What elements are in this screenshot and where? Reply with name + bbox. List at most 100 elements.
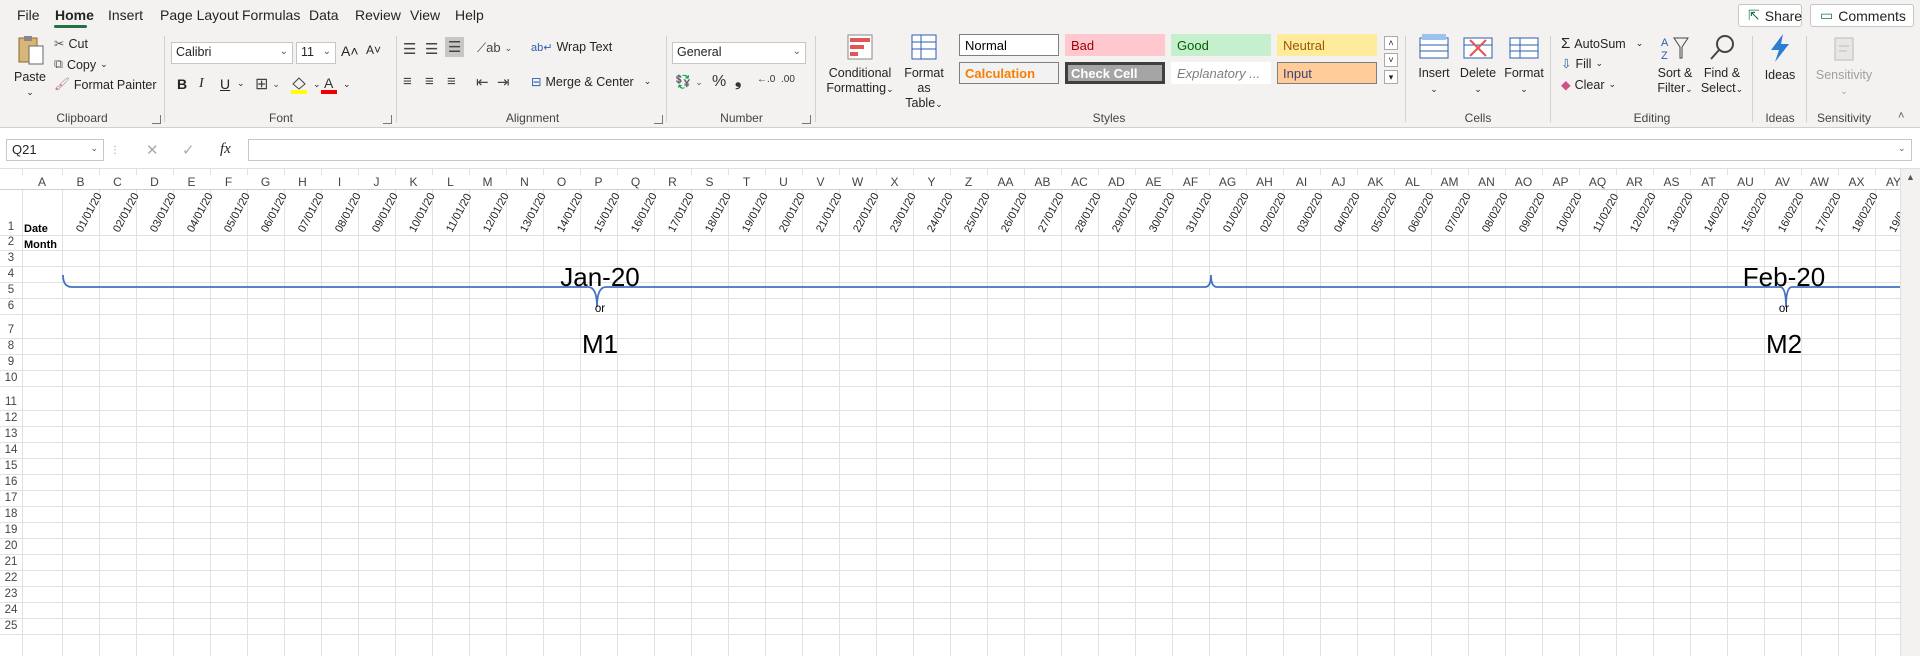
column-header-s[interactable]: S: [691, 175, 728, 189]
copy-button[interactable]: ⧉ Copy ⌄: [54, 57, 108, 72]
column-header-g[interactable]: G: [247, 175, 284, 189]
chevron-down-icon[interactable]: ⌄: [237, 78, 245, 89]
cell-style-normal[interactable]: Normal: [959, 34, 1059, 56]
date-header-cell[interactable]: 10/01/20: [407, 191, 438, 234]
column-header-aq[interactable]: AQ: [1579, 175, 1616, 189]
date-header-cell[interactable]: 07/01/20: [296, 191, 327, 234]
column-header-ax[interactable]: AX: [1838, 175, 1875, 189]
paste-button[interactable]: Paste ⌄: [8, 34, 52, 100]
font-color-button[interactable]: A ⌄: [319, 74, 351, 94]
column-header-ac[interactable]: AC: [1061, 175, 1098, 189]
fill-color-button[interactable]: ⌄: [289, 74, 321, 94]
column-header-av[interactable]: AV: [1764, 175, 1801, 189]
row-header-3[interactable]: 3: [0, 252, 22, 264]
date-header-cell[interactable]: 26/01/20: [999, 191, 1030, 234]
currency-button[interactable]: 💱 ⌄: [675, 74, 703, 90]
row-header-9[interactable]: 9: [0, 356, 22, 368]
column-header-am[interactable]: AM: [1431, 175, 1468, 189]
row-header-17[interactable]: 17: [0, 492, 22, 504]
bold-button[interactable]: B: [177, 76, 187, 92]
column-header-y[interactable]: Y: [913, 175, 950, 189]
date-header-cell[interactable]: 22/01/20: [851, 191, 882, 234]
row-header-23[interactable]: 23: [0, 588, 22, 600]
fill-button[interactable]: ⇩ Fill ⌄: [1561, 56, 1603, 72]
underline-button[interactable]: U: [220, 76, 230, 92]
row-header-2[interactable]: 2: [0, 236, 22, 248]
date-header-cell[interactable]: 29/01/20: [1110, 191, 1141, 234]
column-header-ay[interactable]: AY: [1875, 175, 1900, 189]
date-header-cell[interactable]: 05/01/20: [222, 191, 253, 234]
column-header-o[interactable]: O: [543, 175, 580, 189]
cell-style-check-cell[interactable]: Check Cell: [1065, 62, 1165, 84]
column-header-au[interactable]: AU: [1727, 175, 1764, 189]
tab-help[interactable]: Help: [455, 7, 484, 23]
cut-button[interactable]: ✂ Cut: [54, 36, 88, 52]
column-header-ah[interactable]: AH: [1246, 175, 1283, 189]
date-header-cell[interactable]: 08/02/20: [1480, 191, 1511, 234]
date-header-cell[interactable]: 05/02/20: [1369, 191, 1400, 234]
date-header-cell[interactable]: 13/02/20: [1665, 191, 1696, 234]
dialog-launcher-icon[interactable]: [152, 115, 161, 124]
insert-cells-button[interactable]: Insert ⌄: [1414, 32, 1454, 97]
column-header-ak[interactable]: AK: [1357, 175, 1394, 189]
column-header-z[interactable]: Z: [950, 175, 987, 189]
increase-font-button[interactable]: A˄: [341, 43, 359, 59]
date-header-cell[interactable]: 19/0: [1887, 210, 1900, 235]
dialog-launcher-icon[interactable]: [383, 115, 392, 124]
column-header-n[interactable]: N: [506, 175, 543, 189]
tab-insert[interactable]: Insert: [108, 7, 143, 23]
column-header-aj[interactable]: AJ: [1320, 175, 1357, 189]
sort-filter-button[interactable]: AZ Sort & Filter⌄: [1653, 32, 1697, 97]
date-header-cell[interactable]: 21/01/20: [814, 191, 845, 234]
row-header-25[interactable]: 25: [0, 620, 22, 632]
date-header-cell[interactable]: 02/02/20: [1258, 191, 1289, 234]
expand-formula-icon[interactable]: ⌄: [1898, 143, 1906, 154]
cell-style-bad[interactable]: Bad: [1065, 34, 1165, 56]
dialog-launcher-icon[interactable]: [654, 115, 663, 124]
column-header-p[interactable]: P: [580, 175, 617, 189]
column-header-ai[interactable]: AI: [1283, 175, 1320, 189]
row-header-19[interactable]: 19: [0, 524, 22, 536]
column-header-an[interactable]: AN: [1468, 175, 1505, 189]
column-header-x[interactable]: X: [876, 175, 913, 189]
format-cells-button[interactable]: Format ⌄: [1502, 32, 1546, 97]
date-header-cell[interactable]: 12/01/20: [481, 191, 512, 234]
date-header-cell[interactable]: 03/02/20: [1295, 191, 1326, 234]
row-header-5[interactable]: 5: [0, 284, 22, 296]
date-header-cell[interactable]: 01/01/20: [74, 191, 105, 234]
row-header-21[interactable]: 21: [0, 556, 22, 568]
tab-view[interactable]: View: [410, 7, 440, 23]
cell-style-calculation[interactable]: Calculation: [959, 62, 1059, 84]
name-box[interactable]: Q21 ⌄: [6, 139, 104, 161]
enter-icon[interactable]: ✓: [182, 141, 195, 159]
date-header-cell[interactable]: 28/01/20: [1073, 191, 1104, 234]
cell-style-good[interactable]: Good: [1171, 34, 1271, 56]
column-header-d[interactable]: D: [136, 175, 173, 189]
gallery-more-button[interactable]: ▾: [1384, 70, 1398, 84]
column-header-w[interactable]: W: [839, 175, 876, 189]
column-header-ap[interactable]: AP: [1542, 175, 1579, 189]
date-header-cell[interactable]: 18/01/20: [703, 191, 734, 234]
row-header-11[interactable]: 11: [0, 396, 22, 408]
column-header-k[interactable]: K: [395, 175, 432, 189]
column-header-q[interactable]: Q: [617, 175, 654, 189]
column-header-v[interactable]: V: [802, 175, 839, 189]
column-header-ar[interactable]: AR: [1616, 175, 1653, 189]
cell-a1[interactable]: Date: [24, 223, 48, 235]
align-top-button[interactable]: ☰: [403, 40, 416, 58]
dialog-launcher-icon[interactable]: [802, 115, 811, 124]
column-header-f[interactable]: F: [210, 175, 247, 189]
row-header-22[interactable]: 22: [0, 572, 22, 584]
cell-style-input[interactable]: Input: [1277, 62, 1377, 84]
column-header-l[interactable]: L: [432, 175, 469, 189]
scroll-up-icon[interactable]: ▲: [1906, 172, 1915, 182]
row-header-1[interactable]: 1: [0, 221, 22, 233]
date-header-cell[interactable]: 10/02/20: [1554, 191, 1585, 234]
date-header-cell[interactable]: 14/02/20: [1702, 191, 1733, 234]
date-header-cell[interactable]: 16/02/20: [1776, 191, 1807, 234]
clear-button[interactable]: ◆ Clear ⌄: [1561, 77, 1616, 93]
column-header-m[interactable]: M: [469, 175, 506, 189]
tab-file[interactable]: File: [17, 7, 40, 23]
column-header-e[interactable]: E: [173, 175, 210, 189]
align-bottom-button[interactable]: ☰: [445, 37, 465, 57]
